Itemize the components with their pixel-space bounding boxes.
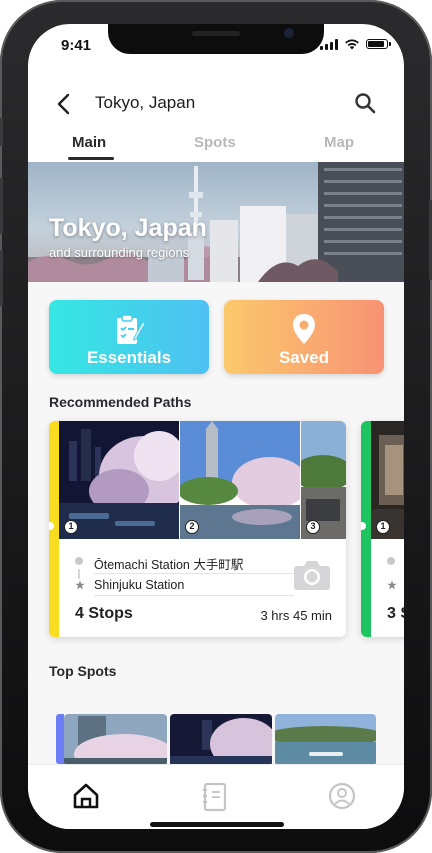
status-time: 9:41: [61, 37, 92, 54]
status-icons: [320, 38, 391, 50]
spot-photo-3: [275, 714, 376, 764]
route-start-dot: [387, 557, 395, 565]
wifi-icon: [345, 39, 359, 50]
notebook-icon[interactable]: [201, 782, 229, 812]
saved-button[interactable]: Saved: [224, 300, 384, 374]
route-connector: [78, 569, 80, 579]
spot-photo-1: [64, 714, 167, 764]
camera-icon[interactable]: [293, 559, 331, 591]
tab-bar-top: Main Spots Map: [28, 130, 404, 162]
route-start-label: Ōtemachi Station 大手町駅: [94, 558, 244, 572]
star-icon: [387, 580, 397, 590]
path-photo-2: 2: [180, 421, 300, 539]
active-tab-indicator: [68, 157, 114, 160]
spot-card-2[interactable]: [170, 714, 272, 764]
photo-badge: 2: [185, 520, 199, 534]
battery-icon: [366, 39, 391, 49]
hero-title: Tokyo, Japan: [49, 214, 207, 242]
top-spots-accent: [56, 714, 64, 764]
path-card[interactable]: 1 3 S: [361, 421, 404, 637]
volume-down-button: [0, 250, 3, 306]
night-blossom-image: [59, 421, 179, 539]
home-icon[interactable]: [72, 782, 100, 810]
path-photo-3: 3: [301, 421, 346, 539]
notch: [108, 24, 324, 54]
phone-frame: 9:41 Tokyo, Japan Main Spots Map Tokyo, …: [0, 0, 432, 853]
route-divider: [94, 595, 294, 596]
volume-up-button: [0, 178, 3, 234]
profile-icon[interactable]: [328, 782, 356, 810]
spot-card-3[interactable]: [275, 714, 376, 764]
signal-icon: [320, 38, 338, 50]
bottom-tab-bar: [28, 764, 404, 829]
map-pin-icon: [293, 314, 315, 344]
hero-banner: Tokyo, Japan and surrounding regions: [28, 162, 404, 282]
essentials-label: Essentials: [86, 348, 172, 367]
hero-subtitle: and surrounding regions: [49, 245, 190, 260]
header: Tokyo, Japan: [28, 84, 404, 124]
app-screen: 9:41 Tokyo, Japan Main Spots Map Tokyo, …: [28, 24, 404, 829]
stops-count: 3 S: [387, 605, 404, 622]
mute-switch: [0, 118, 3, 146]
essentials-button[interactable]: Essentials: [49, 300, 209, 374]
photo-badge: 3: [306, 520, 320, 534]
front-camera: [284, 28, 294, 38]
photo-badge: 1: [376, 520, 390, 534]
tab-map[interactable]: Map: [324, 134, 354, 151]
page-title: Tokyo, Japan: [95, 93, 196, 112]
tab-main[interactable]: Main: [72, 134, 106, 151]
spot-card-1[interactable]: [64, 714, 167, 764]
photo-badge: 1: [64, 520, 78, 534]
path-card[interactable]: 1 2 3 Ōtemachi Station 大手町駅 Shinjuku Sta…: [49, 421, 346, 637]
stops-count: 4 Stops: [75, 605, 133, 622]
path-duration: 3 hrs 45 min: [260, 608, 332, 623]
chevron-left-icon[interactable]: [54, 92, 74, 116]
path-photo-1: 1: [371, 421, 404, 539]
search-icon[interactable]: [354, 92, 376, 114]
shinjuku-garden-image: [180, 421, 300, 539]
route-divider: [94, 573, 294, 574]
recommended-paths-title: Recommended Paths: [49, 394, 192, 410]
earpiece-speaker: [192, 31, 240, 36]
top-spots-title: Top Spots: [49, 663, 117, 679]
route-start-dot: [75, 557, 83, 565]
star-icon: [75, 580, 85, 590]
home-indicator: [150, 822, 284, 827]
saved-label: Saved: [278, 348, 330, 367]
route-end-label: Shinjuku Station: [94, 578, 185, 592]
tab-spots[interactable]: Spots: [194, 134, 236, 151]
path-photo-1: 1: [59, 421, 179, 539]
spot-photo-2: [170, 714, 272, 764]
main-content: Essentials Saved Recommended Paths 1 2 3…: [28, 282, 404, 764]
clipboard-check-icon: [117, 314, 146, 344]
